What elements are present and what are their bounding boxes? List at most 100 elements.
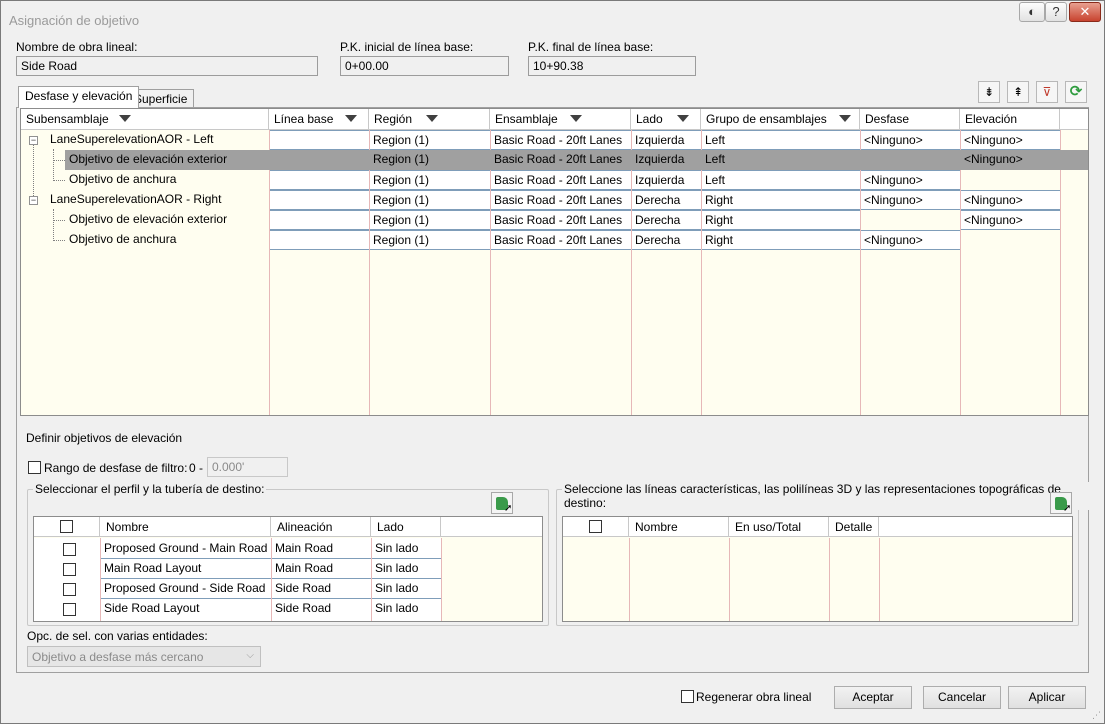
regenerate-corridor-checkbox[interactable] [681, 690, 694, 703]
profile-header-alignment[interactable]: Alineación [271, 517, 371, 537]
grid-group-cell[interactable]: Right [702, 210, 860, 230]
grid-region-cell[interactable]: Region (1) [370, 190, 490, 210]
collapse-toggle-icon[interactable]: − [29, 136, 38, 145]
features-header-detail[interactable]: Detalle [829, 517, 879, 537]
grid-assembly-cell[interactable]: Basic Road - 20ft Lanes [491, 190, 631, 210]
cancel-button[interactable]: Cancelar [923, 686, 1001, 709]
select-features-button[interactable]: ➚ [1050, 492, 1072, 514]
globe-help-icon[interactable]: ◐ [1019, 2, 1045, 22]
grid-elevation-cell[interactable]: <Ninguno> [961, 210, 1060, 230]
column-divider [960, 130, 961, 415]
column-header-assembly[interactable]: Ensamblaje [490, 109, 631, 130]
clear-filter-icon[interactable]: ⊽ [1036, 81, 1058, 103]
grid-side-cell[interactable]: Derecha [632, 190, 701, 210]
grid-baseline-cell[interactable] [270, 130, 369, 150]
column-header-baseline[interactable]: Línea base [269, 109, 369, 130]
collapse-tree-icon[interactable]: ⇞ [1007, 81, 1029, 103]
sort-arrow-icon [570, 115, 582, 122]
grid-assembly-cell[interactable]: Basic Road - 20ft Lanes [491, 150, 631, 170]
grid-region-cell[interactable]: Region (1) [370, 150, 490, 170]
features-header-name[interactable]: Nombre [629, 517, 729, 537]
filter-to-input[interactable]: 0.000' [207, 457, 288, 477]
grid-side-cell[interactable]: Derecha [632, 230, 701, 250]
column-header-elevation[interactable]: Elevación [960, 109, 1060, 130]
grid-assembly-cell[interactable]: Basic Road - 20ft Lanes [491, 130, 631, 150]
grid-side-cell[interactable]: Izquierda [632, 130, 701, 150]
collapse-toggle-icon[interactable]: − [29, 196, 38, 205]
grid-subassembly-cell[interactable]: Objetivo de anchura [66, 170, 269, 190]
profile-header-name[interactable]: Nombre [100, 517, 271, 537]
tab-offset-elevation[interactable]: Desfase y elevación [18, 86, 140, 108]
grid-group-cell[interactable]: Right [702, 230, 860, 250]
column-header-subassembly[interactable]: Subensamblaje [21, 109, 269, 130]
grid-subassembly-cell[interactable]: Objetivo de elevación exterior [66, 210, 269, 230]
targets-grid: Subensamblaje Línea base Región Ensambla… [20, 108, 1089, 416]
select-all-profiles-checkbox[interactable] [60, 520, 73, 533]
profile-name-cell: Proposed Ground - Side Road [101, 579, 271, 599]
refresh-icon[interactable]: ⟳ [1065, 81, 1087, 103]
grid-region-cell[interactable]: Region (1) [370, 170, 490, 190]
grid-side-cell[interactable]: Izquierda [632, 150, 701, 170]
grid-region-cell[interactable]: Region (1) [370, 130, 490, 150]
help-button[interactable]: ? [1045, 2, 1067, 22]
resize-grip-icon[interactable]: ⋰ [1092, 710, 1101, 721]
features-header-in-use[interactable]: En uso/Total [729, 517, 829, 537]
grid-group-cell[interactable]: Right [702, 190, 860, 210]
grid-subassembly-cell[interactable]: LaneSuperelevationAOR - Left [47, 130, 269, 150]
grid-offset-cell[interactable]: <Ninguno> [861, 170, 960, 190]
accept-button[interactable]: Aceptar [834, 686, 912, 709]
grid-baseline-cell[interactable] [270, 230, 369, 250]
start-station-field: 0+00.00 [340, 56, 509, 76]
grid-side-cell[interactable]: Izquierda [632, 170, 701, 190]
grid-baseline-cell[interactable] [270, 170, 369, 190]
multi-select-dropdown[interactable]: Objetivo a desfase más cercano ⌵ [27, 646, 261, 667]
column-divider [729, 538, 730, 621]
grid-side-cell[interactable]: Derecha [632, 210, 701, 230]
grid-assembly-cell[interactable]: Basic Road - 20ft Lanes [491, 210, 631, 230]
grid-offset-cell[interactable]: <Ninguno> [861, 130, 960, 150]
select-profile-button[interactable]: ➚ [491, 492, 513, 514]
grid-subassembly-cell[interactable]: LaneSuperelevationAOR - Right [47, 190, 269, 210]
column-header-assembly-group[interactable]: Grupo de ensamblajes [701, 109, 860, 130]
close-button[interactable]: ✕ [1069, 2, 1101, 22]
tree-connector [53, 240, 65, 241]
grid-assembly-cell[interactable]: Basic Road - 20ft Lanes [491, 170, 631, 190]
grid-elevation-cell[interactable]: <Ninguno> [961, 190, 1060, 210]
tree-connector [33, 145, 34, 200]
grid-region-cell[interactable]: Region (1) [370, 230, 490, 250]
grid-assembly-cell[interactable]: Basic Road - 20ft Lanes [491, 230, 631, 250]
end-station-field: 10+90.38 [528, 56, 696, 76]
column-header-side[interactable]: Lado [631, 109, 701, 130]
grid-group-cell[interactable]: Left [702, 130, 860, 150]
select-all-features-checkbox[interactable] [589, 520, 602, 533]
expand-tree-icon[interactable]: ⇟ [978, 81, 1000, 103]
grid-subassembly-cell[interactable]: Objetivo de elevación exterior [66, 150, 269, 170]
profile-row-checkbox[interactable] [63, 543, 76, 556]
column-divider [441, 538, 442, 621]
grid-subassembly-cell[interactable]: Objetivo de anchura [66, 230, 269, 250]
grid-group-cell[interactable]: Left [702, 170, 860, 190]
grid-offset-cell[interactable]: <Ninguno> [861, 230, 960, 250]
grid-baseline-cell[interactable] [270, 210, 369, 230]
profile-side-cell: Sin lado [372, 579, 441, 599]
grid-elevation-cell[interactable]: <Ninguno> [961, 130, 1060, 150]
sort-arrow-icon [839, 115, 851, 122]
profile-name-cell: Proposed Ground - Main Road [101, 539, 271, 559]
profile-row-checkbox[interactable] [63, 603, 76, 616]
column-header-region[interactable]: Región [369, 109, 490, 130]
profile-row-checkbox[interactable] [63, 583, 76, 596]
grid-elevation-cell[interactable]: <Ninguno> [961, 150, 1060, 170]
grid-region-cell[interactable]: Region (1) [370, 210, 490, 230]
grid-baseline-cell[interactable] [270, 190, 369, 210]
column-header-offset[interactable]: Desfase [860, 109, 960, 130]
features-header-check [563, 517, 629, 537]
apply-button[interactable]: Aplicar [1008, 686, 1086, 709]
profile-header-side[interactable]: Lado [371, 517, 441, 537]
start-station-label: P.K. inicial de línea base: [340, 40, 474, 54]
grid-group-cell[interactable]: Left [702, 150, 860, 170]
profile-row-checkbox[interactable] [63, 563, 76, 576]
features-group-title: Seleccione las líneas características, l… [562, 482, 1104, 510]
filter-range-checkbox[interactable] [28, 461, 41, 474]
corridor-name-field: Side Road [16, 56, 318, 76]
grid-offset-cell[interactable]: <Ninguno> [861, 190, 960, 210]
